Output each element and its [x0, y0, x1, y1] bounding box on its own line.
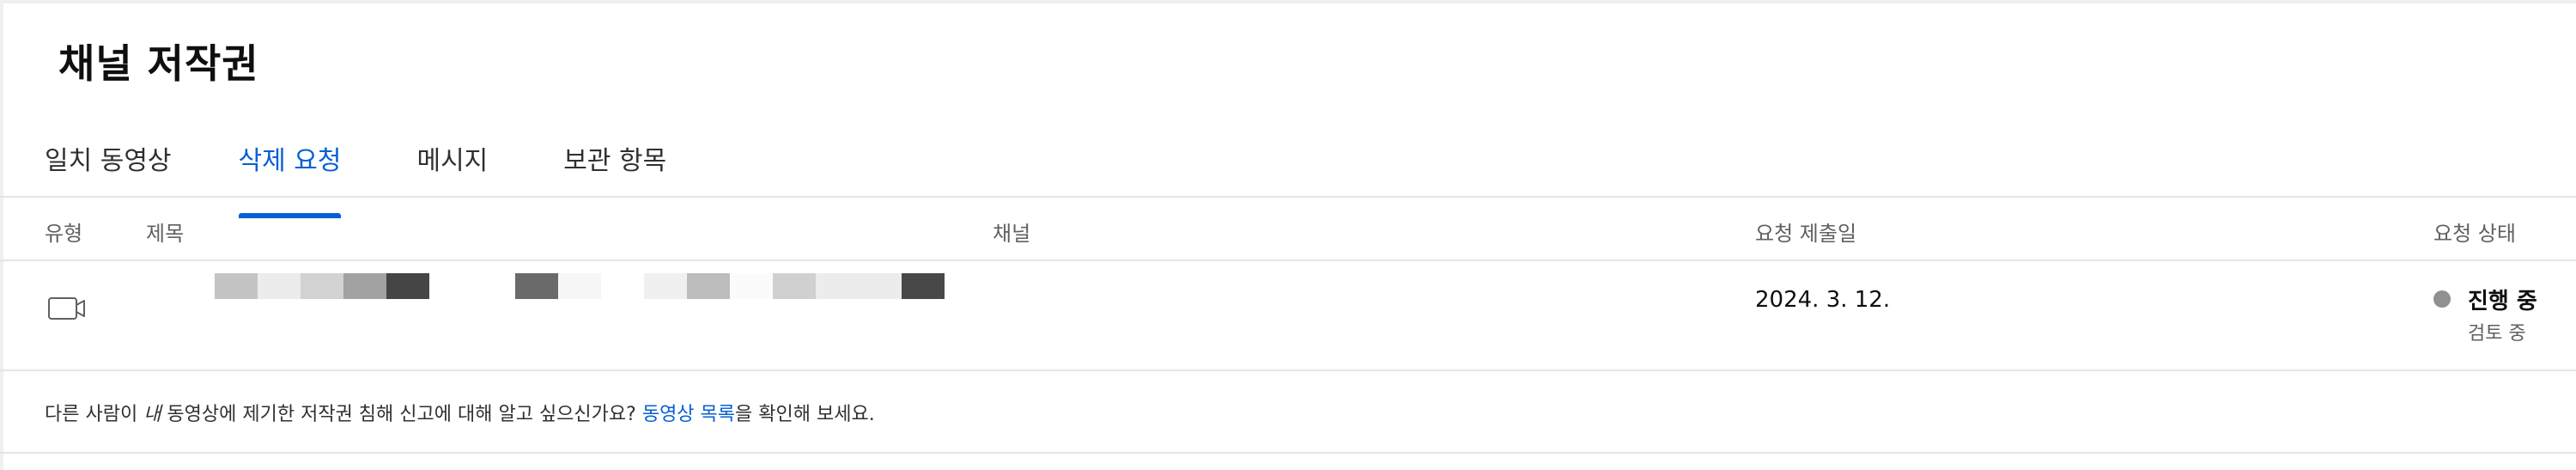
tab-matched-videos[interactable]: 일치 동영상	[45, 127, 172, 196]
column-header-status: 요청 상태	[2433, 222, 2516, 246]
page-title: 채널 저작권	[58, 40, 259, 87]
video-list-link[interactable]: 동영상 목록	[642, 404, 735, 425]
notice-prefix: 다른 사람이	[45, 404, 144, 425]
footer-divider	[0, 452, 2576, 454]
column-header-type: 유형	[45, 222, 83, 246]
tabs-divider	[0, 196, 2576, 198]
column-header-date: 요청 제출일	[1755, 222, 1857, 246]
left-border	[0, 0, 3, 470]
notice-emphasis: 내	[143, 404, 161, 425]
video-icon	[48, 297, 85, 320]
row-divider	[0, 369, 2576, 371]
status-indicator	[2433, 290, 2451, 308]
tab-messages[interactable]: 메시지	[416, 127, 488, 196]
notice-middle: 동영상에 제기한 저작권 침해 신고에 대해 알고 싶으신가요?	[161, 404, 642, 425]
column-header-title: 제목	[146, 222, 185, 246]
copyright-page: 채널 저작권 일치 동영상 삭제 요청 메시지 보관 항목 유형 제목 채널 요…	[0, 0, 2576, 470]
notice-text: 다른 사람이 내 동영상에 제기한 저작권 침해 신고에 대해 알고 싶으신가요…	[45, 399, 875, 426]
status-badge: 진행 중	[2468, 289, 2537, 314]
tab-removal-requests[interactable]: 삭제 요청	[238, 127, 341, 218]
status-detail: 검토 중	[2468, 323, 2526, 345]
column-header-channel: 채널	[993, 222, 1031, 246]
request-date: 2024. 3. 12.	[1755, 287, 1891, 313]
notice-suffix: 을 확인해 보세요.	[735, 404, 875, 425]
tab-bar: 일치 동영상 삭제 요청 메시지 보관 항목	[45, 127, 666, 218]
tab-archive[interactable]: 보관 항목	[563, 127, 666, 196]
top-border	[0, 0, 2576, 3]
redacted-title	[215, 273, 945, 299]
header-divider	[0, 259, 2576, 261]
